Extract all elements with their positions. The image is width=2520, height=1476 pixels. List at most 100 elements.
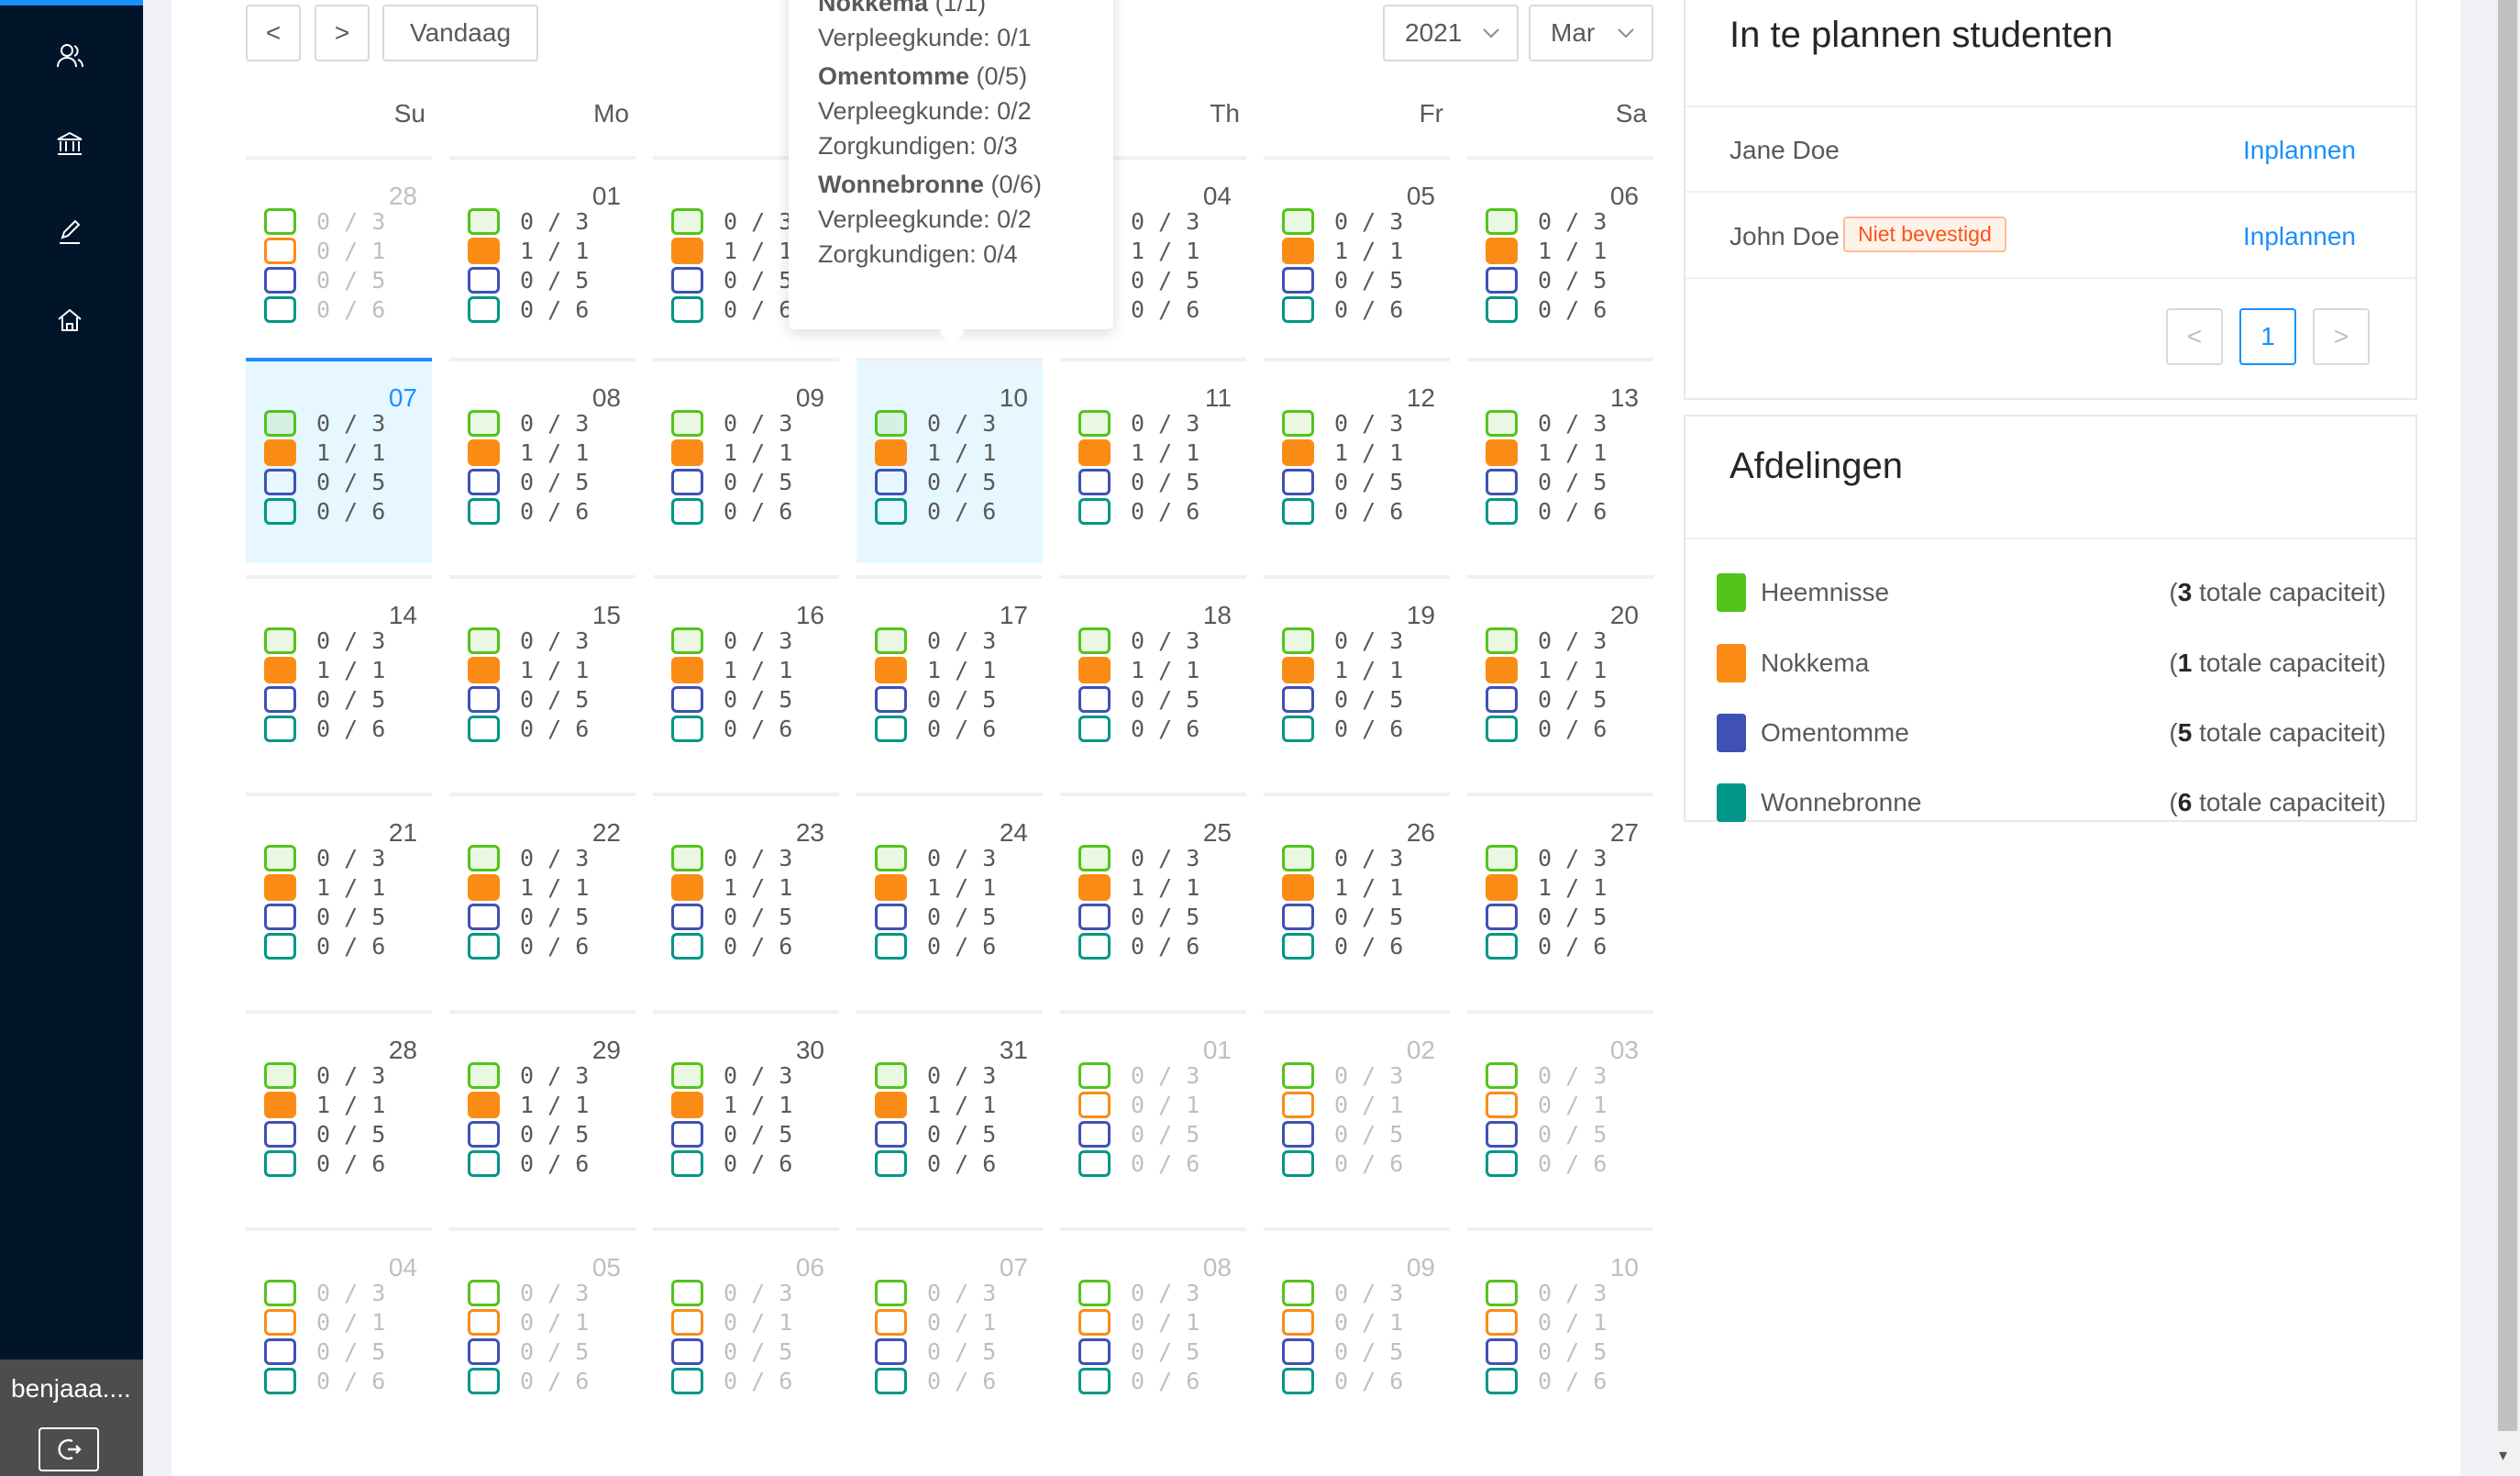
calendar-cell[interactable]: 05 0 / 31 / 10 / 50 / 6 — [1264, 156, 1450, 361]
capacity-value: 0 / 3 — [316, 844, 386, 871]
capacity-row: 0 / 3 — [1486, 206, 1607, 236]
month-select[interactable]: Mar — [1529, 5, 1653, 61]
pagination-prev-button[interactable]: < — [2166, 308, 2223, 365]
calendar-cell[interactable]: 04 0 / 30 / 10 / 50 / 6 — [246, 1227, 432, 1433]
edit-icon[interactable] — [49, 211, 91, 253]
calendar-cell[interactable]: 19 0 / 31 / 10 / 50 / 6 — [1264, 575, 1450, 781]
divider — [1686, 277, 2415, 279]
calendar-cell[interactable]: 30 0 / 31 / 10 / 50 / 6 — [653, 1010, 839, 1215]
department-swatch — [468, 1337, 500, 1365]
capacity-row: 0 / 5 — [671, 902, 792, 931]
calendar-cell[interactable]: 06 0 / 31 / 10 / 50 / 6 — [1467, 156, 1653, 361]
calendar-cell[interactable]: 25 0 / 31 / 10 / 50 / 6 — [1060, 793, 1246, 998]
calendar-cell[interactable]: 03 0 / 30 / 10 / 50 / 6 — [1467, 1010, 1653, 1215]
scrollbar-thumb[interactable] — [2498, 0, 2517, 1431]
capacity-row: 1 / 1 — [875, 438, 996, 467]
calendar-cell[interactable]: 06 0 / 30 / 10 / 50 / 6 — [653, 1227, 839, 1433]
day-number: 08 — [591, 383, 621, 412]
logout-button[interactable] — [39, 1427, 99, 1471]
capacity-value: 0 / 5 — [316, 468, 386, 495]
capacity-value: 1 / 1 — [724, 1091, 793, 1118]
weekday-0: Su — [393, 99, 426, 128]
department-swatch — [1078, 497, 1111, 525]
calendar-cell-selected[interactable]: 10 0 / 31 / 10 / 50 / 6 — [857, 358, 1043, 563]
calendar-cell[interactable]: 09 0 / 30 / 10 / 50 / 6 — [1264, 1227, 1450, 1433]
calendar-cell[interactable]: 28 0 / 30 / 10 / 50 / 6 — [246, 156, 432, 361]
calendar-cell-today[interactable]: 07 0 / 31 / 10 / 50 / 6 — [246, 358, 432, 563]
capacity-value: 0 / 6 — [316, 497, 386, 525]
prev-month-button[interactable]: < — [246, 5, 301, 61]
calendar-cell[interactable]: 22 0 / 31 / 10 / 50 / 6 — [449, 793, 636, 998]
day-number: 21 — [388, 818, 417, 847]
pagination-page-button[interactable]: 1 — [2239, 308, 2296, 365]
calendar-cell[interactable]: 23 0 / 31 / 10 / 50 / 6 — [653, 793, 839, 998]
day-number: 14 — [388, 601, 417, 629]
calendar-cell[interactable]: 08 0 / 30 / 10 / 50 / 6 — [1060, 1227, 1246, 1433]
department-swatch — [264, 207, 296, 235]
capacity-value: 0 / 3 — [1131, 627, 1200, 654]
calendar-cell[interactable]: 16 0 / 31 / 10 / 50 / 6 — [653, 575, 839, 781]
calendar-cell[interactable]: 10 0 / 30 / 10 / 50 / 6 — [1467, 1227, 1653, 1433]
department-name: Wonnebronne — [1761, 788, 1922, 816]
capacity-value: 0 / 3 — [1334, 409, 1404, 437]
next-month-button[interactable]: > — [315, 5, 370, 61]
capacity-value: 0 / 5 — [927, 1120, 997, 1148]
calendar-cell[interactable]: 29 0 / 31 / 10 / 50 / 6 — [449, 1010, 636, 1215]
calendar-cell[interactable]: 26 0 / 31 / 10 / 50 / 6 — [1264, 793, 1450, 998]
calendar-cell[interactable]: 28 0 / 31 / 10 / 50 / 6 — [246, 1010, 432, 1215]
capacity-row: 0 / 3 — [1078, 1278, 1199, 1307]
capacity-row: 0 / 6 — [1282, 1366, 1403, 1395]
calendar-cell[interactable]: 24 0 / 31 / 10 / 50 / 6 — [857, 793, 1043, 998]
home-icon[interactable] — [49, 299, 91, 341]
calendar-cell[interactable]: 08 0 / 31 / 10 / 50 / 6 — [449, 358, 636, 563]
department-swatch — [1282, 932, 1314, 960]
departments-card: Afdelingen Heemnisse (3 totale capaciteit… — [1684, 415, 2417, 822]
schedule-student-link[interactable]: Inplannen — [2243, 222, 2356, 251]
capacity-value: 0 / 3 — [316, 207, 386, 235]
capacity-row: 0 / 3 — [1282, 843, 1403, 872]
calendar-cell[interactable]: 17 0 / 31 / 10 / 50 / 6 — [857, 575, 1043, 781]
pagination-next-button[interactable]: > — [2313, 308, 2370, 365]
department-swatch — [1282, 266, 1314, 294]
capacity-value: 0 / 3 — [927, 1061, 997, 1089]
calendar-cell[interactable]: 12 0 / 31 / 10 / 50 / 6 — [1264, 358, 1450, 563]
calendar-cell[interactable]: 13 0 / 31 / 10 / 50 / 6 — [1467, 358, 1653, 563]
schedule-student-link[interactable]: Inplannen — [2243, 136, 2356, 165]
year-select[interactable]: 2021 — [1383, 5, 1519, 61]
capacity-row: 0 / 1 — [264, 236, 385, 265]
capacity-row: 0 / 6 — [1078, 1366, 1199, 1395]
calendar-cell[interactable]: 01 0 / 30 / 10 / 50 / 6 — [1060, 1010, 1246, 1215]
calendar-cell[interactable]: 21 0 / 31 / 10 / 50 / 6 — [246, 793, 432, 998]
calendar-cell[interactable]: 15 0 / 31 / 10 / 50 / 6 — [449, 575, 636, 781]
divider — [1686, 105, 2415, 107]
day-number: 16 — [795, 601, 824, 629]
calendar-cell[interactable]: 07 0 / 30 / 10 / 50 / 6 — [857, 1227, 1043, 1433]
calendar-cell[interactable]: 11 0 / 31 / 10 / 50 / 6 — [1060, 358, 1246, 563]
calendar-cell[interactable]: 18 0 / 31 / 10 / 50 / 6 — [1060, 575, 1246, 781]
capacity-row: 0 / 6 — [1078, 931, 1199, 960]
capacity-value: 0 / 5 — [1334, 1337, 1404, 1365]
institution-icon[interactable] — [49, 123, 91, 165]
calendar-cell[interactable]: 01 0 / 31 / 10 / 50 / 6 — [449, 156, 636, 361]
capacity-row: 0 / 5 — [671, 1119, 792, 1149]
department-swatch — [264, 409, 296, 437]
calendar-cell[interactable]: 09 0 / 31 / 10 / 50 / 6 — [653, 358, 839, 563]
calendar-cell[interactable]: 31 0 / 31 / 10 / 50 / 6 — [857, 1010, 1043, 1215]
department-swatch — [1078, 656, 1111, 683]
users-icon[interactable] — [49, 35, 91, 77]
department-swatch — [264, 237, 296, 264]
capacity-value: 0 / 5 — [724, 266, 793, 294]
calendar-cell[interactable]: 20 0 / 31 / 10 / 50 / 6 — [1467, 575, 1653, 781]
capacity-row: 0 / 5 — [671, 684, 792, 714]
tooltip-dept-name: Nokkema — [818, 0, 929, 17]
calendar-cell[interactable]: 27 0 / 31 / 10 / 50 / 6 — [1467, 793, 1653, 998]
capacity-value: 0 / 5 — [1131, 685, 1200, 713]
capacity-value: 0 / 5 — [520, 685, 590, 713]
today-button[interactable]: Vandaag — [382, 5, 538, 61]
department-capacity: (1 totale capaciteit) — [2169, 649, 2386, 678]
day-number: 26 — [1406, 818, 1435, 847]
calendar-cell[interactable]: 05 0 / 30 / 10 / 50 / 6 — [449, 1227, 636, 1433]
calendar-cell[interactable]: 02 0 / 30 / 10 / 50 / 6 — [1264, 1010, 1450, 1215]
scroll-down-arrow[interactable]: ▾ — [2499, 1446, 2507, 1465]
calendar-cell[interactable]: 14 0 / 31 / 10 / 50 / 6 — [246, 575, 432, 781]
